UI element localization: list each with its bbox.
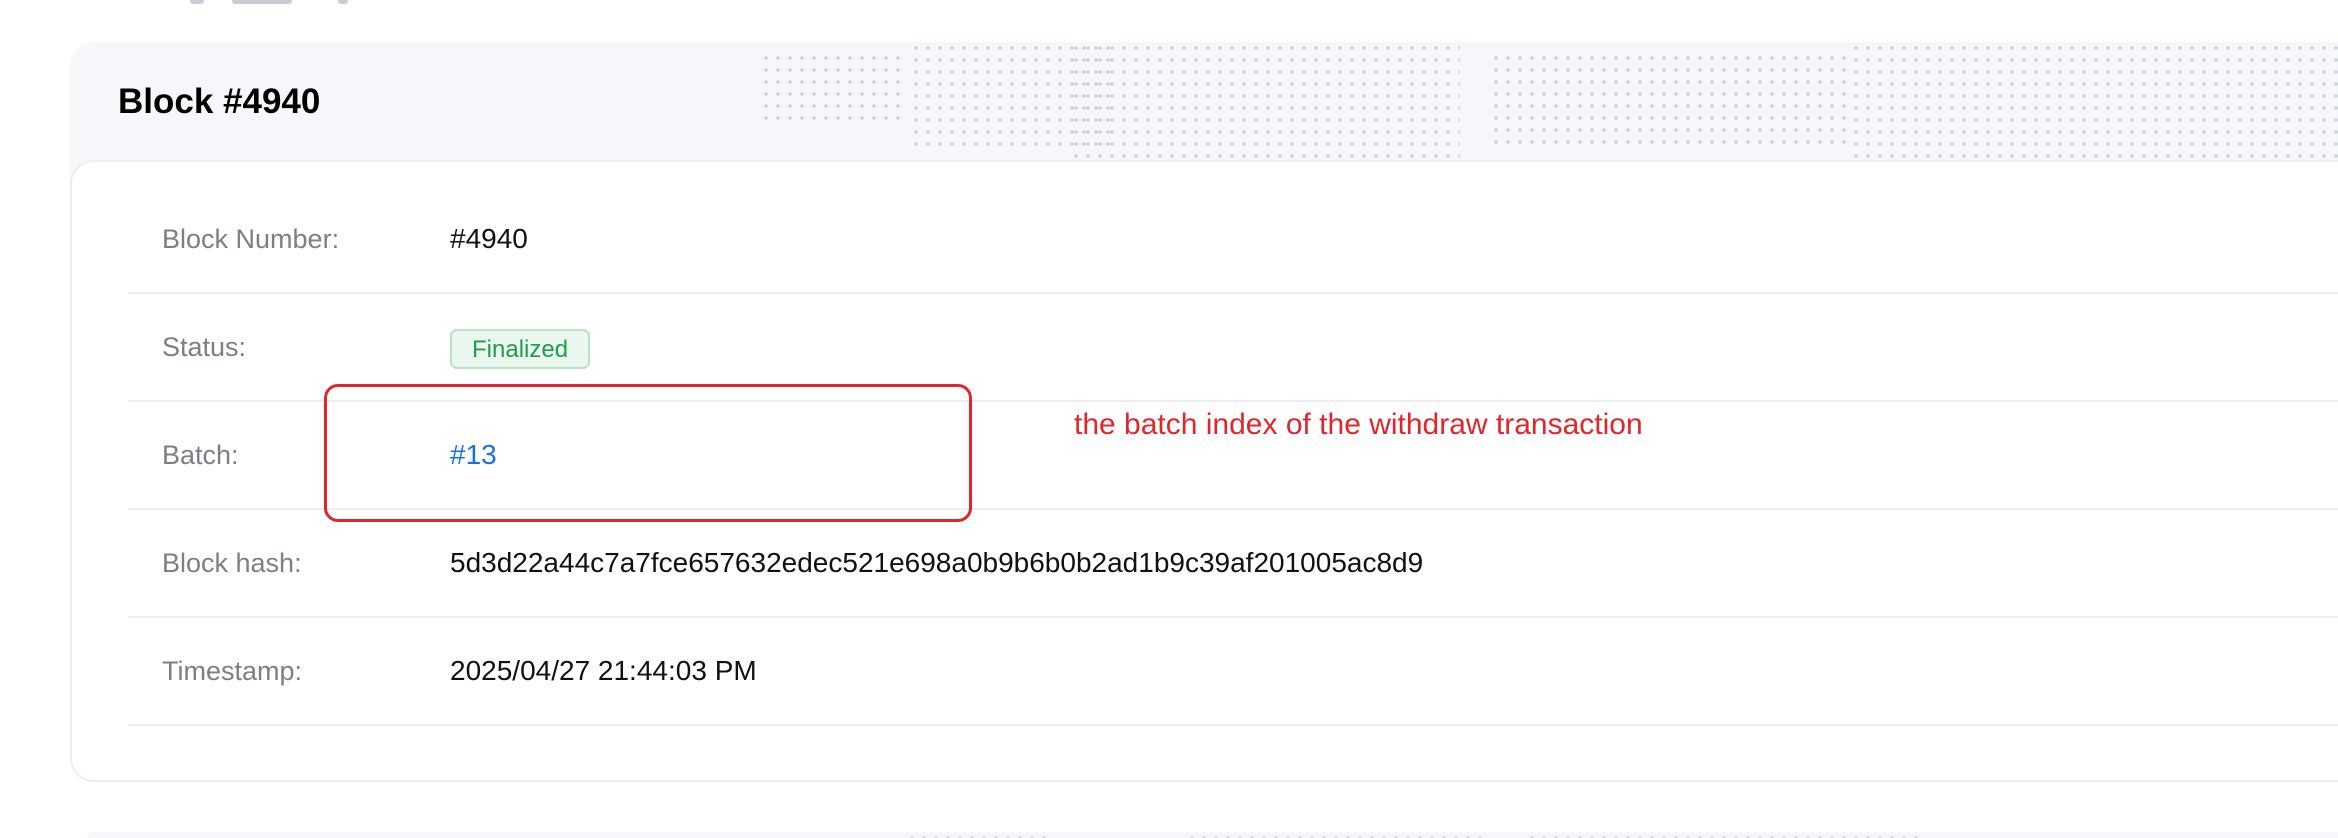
- detail-row-block-hash: Block hash: 5d3d22a44c7a7fce657632edec52…: [128, 510, 2338, 618]
- decorative-dot-pattern: [1186, 832, 1486, 838]
- detail-row-timestamp: Timestamp: 2025/04/27 21:44:03 PM: [128, 618, 2338, 726]
- next-card-fragment: [86, 832, 2338, 838]
- decorative-dot-pattern: [906, 832, 1046, 838]
- timestamp-value: 2025/04/27 21:44:03 PM: [450, 655, 757, 686]
- decorative-dot-pattern: [1850, 42, 2338, 162]
- annotation-highlight-box: [324, 384, 972, 522]
- detail-row-block-number: Block Number: #4940: [128, 186, 2338, 294]
- status-label: Status:: [162, 332, 247, 362]
- decorative-dot-pattern: [1526, 832, 1926, 838]
- decorative-dot-pattern: [1490, 52, 1850, 152]
- block-number-value: #4940: [450, 223, 528, 254]
- status-badge: Finalized: [450, 329, 591, 369]
- batch-label: Batch:: [162, 440, 239, 470]
- block-title: Block #4940: [118, 82, 321, 121]
- annotation-text: the batch index of the withdraw transact…: [1074, 408, 1643, 441]
- block-hash-value: 5d3d22a44c7a7fce657632edec521e698a0b9b6b…: [450, 547, 1424, 578]
- page: Block #4940 Block Number: #4940 Status: …: [0, 0, 2338, 838]
- block-hash-label: Block hash:: [162, 548, 302, 578]
- timestamp-label: Timestamp:: [162, 656, 303, 686]
- decorative-dot-pattern: [1070, 42, 1460, 162]
- previous-section-fragment: [0, 0, 600, 6]
- decorative-dot-pattern: [760, 52, 900, 122]
- block-number-label: Block Number:: [162, 224, 340, 254]
